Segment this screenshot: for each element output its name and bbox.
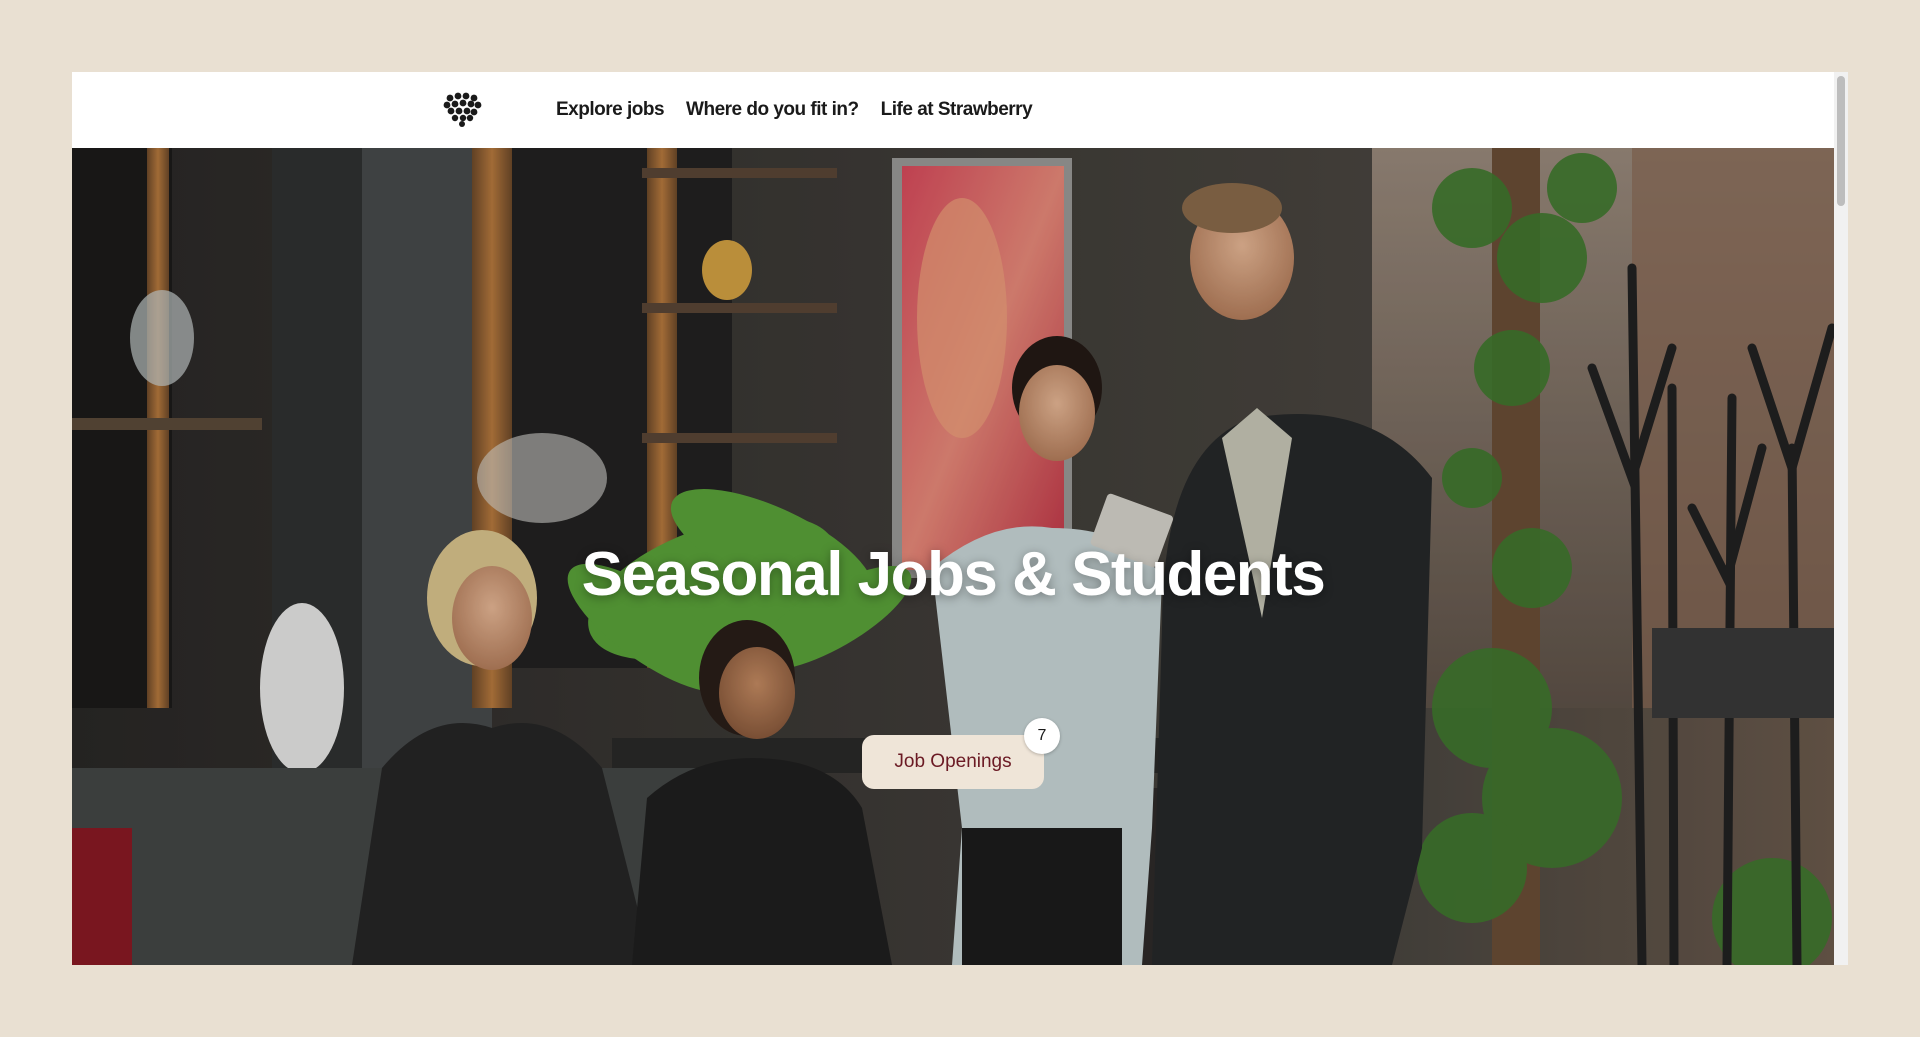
nav-life-at-strawberry[interactable]: Life at Strawberry	[881, 99, 1033, 121]
strawberry-logo-icon[interactable]	[442, 89, 482, 129]
job-openings-count-badge: 7	[1024, 718, 1060, 754]
top-navigation: Explore jobs Where do you fit in? Life a…	[72, 72, 1834, 148]
vertical-scrollbar[interactable]	[1834, 72, 1848, 965]
job-openings-button[interactable]: Job Openings	[862, 735, 1044, 789]
hero-section: Seasonal Jobs & Students Job Openings 7	[72, 148, 1834, 965]
hero-title: Seasonal Jobs & Students	[581, 540, 1326, 609]
scrollbar-thumb[interactable]	[1837, 76, 1845, 206]
nav-explore-jobs[interactable]: Explore jobs	[556, 99, 665, 121]
nav-where-do-you-fit-in[interactable]: Where do you fit in?	[686, 99, 859, 121]
main-nav: Explore jobs Where do you fit in? Life a…	[556, 72, 1033, 148]
browser-window: Explore jobs Where do you fit in? Life a…	[72, 72, 1848, 965]
